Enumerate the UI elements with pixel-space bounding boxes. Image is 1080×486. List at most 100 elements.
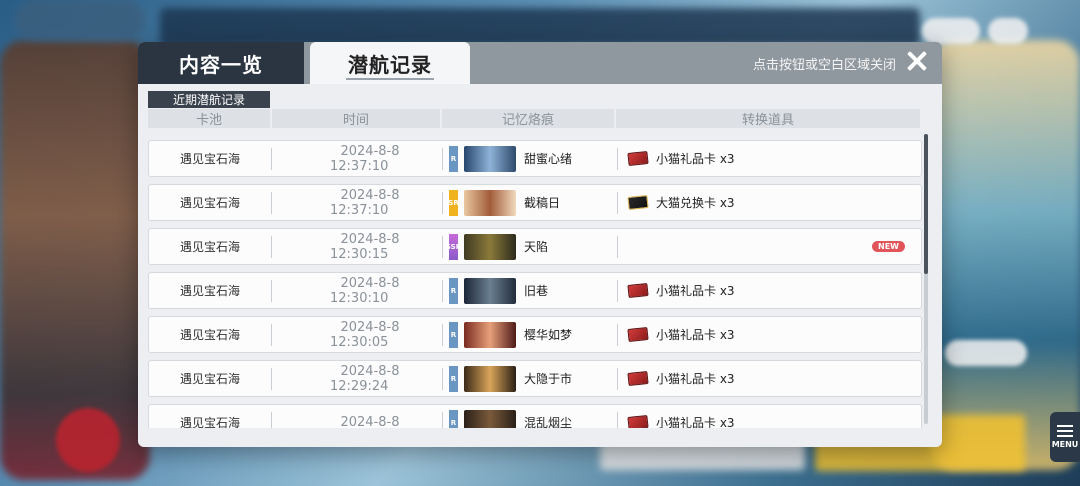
record-row[interactable]: 遇见宝石海 2024-8-8 12:30:10 R 旧巷 小猫礼品卡 x3 [148, 272, 922, 309]
column-header-memory: 记忆烙痕 [442, 109, 614, 128]
rarity-badge: R [449, 277, 458, 304]
pool-name: 遇见宝石海 [179, 240, 240, 254]
scrollbar[interactable] [924, 134, 928, 424]
item-cell: NEW [618, 229, 921, 264]
background-detail-button [945, 340, 1027, 366]
tab-voyage-log[interactable]: 潜航记录 [310, 42, 470, 84]
item-name: 大猫兑换卡 x3 [656, 196, 735, 210]
red-card-icon [627, 282, 649, 299]
tab-overview[interactable]: 内容一览 [138, 42, 304, 84]
column-header-time: 时间 [272, 109, 440, 128]
record-row[interactable]: 遇见宝石海 2024-8-8 12:29:24 R 大隐于市 小猫礼品卡 x3 [148, 360, 922, 397]
background-right-panel [930, 40, 1080, 470]
record-clock: 12:37:10 [330, 158, 389, 174]
close-icon[interactable] [904, 48, 930, 74]
item-cell: 小猫礼品卡 x3 [618, 141, 921, 176]
pool-name: 遇见宝石海 [179, 372, 240, 386]
background-pill-button [922, 18, 980, 44]
record-time: 2024-8-8 [272, 415, 442, 428]
item-name: 小猫礼品卡 x3 [656, 284, 735, 298]
memory-thumbnail [464, 189, 516, 216]
column-headers: 卡池 时间 记忆烙痕 转换道具 [148, 109, 922, 128]
memory-name: 甜蜜心绪 [524, 152, 573, 166]
record-date: 2024-8-8 [340, 415, 400, 428]
background-pill-button-2 [988, 18, 1028, 44]
record-date: 2024-8-8 [340, 231, 400, 247]
memory-thumbnail [464, 277, 516, 304]
memory-cell: R 混乱烟尘 [443, 409, 617, 428]
hamburger-icon [1057, 425, 1073, 437]
memory-thumbnail [464, 145, 516, 172]
record-clock: 12:30:15 [330, 246, 389, 262]
item-cell: 小猫礼品卡 x3 [618, 273, 921, 308]
pool-name: 遇见宝石海 [179, 152, 240, 166]
background-top-left-bar [15, 0, 145, 40]
rarity-badge: R [449, 409, 458, 428]
rarity-badge: R [449, 321, 458, 348]
record-row[interactable]: 遇见宝石海 2024-8-8 12:37:10 R 甜蜜心绪 小猫礼品卡 x3 [148, 140, 922, 177]
record-row[interactable]: 遇见宝石海 2024-8-8 12:37:10 SR 截稿日 大猫兑换卡 x3 [148, 184, 922, 221]
record-clock: 12:30:10 [330, 290, 389, 306]
item-cell: 小猫礼品卡 x3 [618, 405, 921, 428]
rarity-badge: R [449, 145, 458, 172]
record-row[interactable]: 遇见宝石海 2024-8-8 12:30:15 SSR 天陷 NEW [148, 228, 922, 265]
record-row[interactable]: 遇见宝石海 2024-8-8 R 混乱烟尘 小猫礼品卡 x3 [148, 404, 922, 428]
record-date: 2024-8-8 [340, 275, 400, 291]
memory-thumbnail [464, 409, 516, 428]
memory-name: 混乱烟尘 [524, 416, 573, 428]
record-date: 2024-8-8 [340, 363, 400, 379]
record-list[interactable]: 遇见宝石海 2024-8-8 12:37:10 R 甜蜜心绪 小猫礼品卡 x3 … [148, 140, 924, 428]
section-title: 近期潜航记录 [148, 91, 270, 108]
memory-thumbnail [464, 233, 516, 260]
memory-name: 截稿日 [524, 196, 561, 210]
column-header-item: 转换道具 [616, 109, 920, 128]
red-card-icon [627, 414, 649, 428]
memory-name: 樱华如梦 [524, 328, 573, 342]
memory-cell: R 旧巷 [443, 277, 617, 304]
item-name: 小猫礼品卡 x3 [656, 372, 735, 386]
memory-cell: R 樱华如梦 [443, 321, 617, 348]
memory-cell: SSR 天陷 [443, 233, 617, 260]
pool-name: 遇见宝石海 [179, 284, 240, 298]
item-cell: 大猫兑换卡 x3 [618, 185, 921, 220]
scrollbar-thumb[interactable] [924, 134, 928, 274]
record-time: 2024-8-8 12:29:24 [272, 364, 442, 394]
column-header-pool: 卡池 [148, 109, 270, 128]
record-clock: 12:30:05 [330, 334, 389, 350]
menu-button[interactable]: MENU [1050, 412, 1080, 462]
new-badge: NEW [872, 241, 905, 252]
record-time: 2024-8-8 12:37:10 [272, 144, 442, 174]
pool-name: 遇见宝石海 [179, 196, 240, 210]
record-clock: 12:37:10 [330, 202, 389, 218]
memory-name: 旧巷 [524, 284, 549, 298]
red-card-icon [627, 150, 649, 167]
gold-card-icon [627, 194, 649, 211]
item-cell: 小猫礼品卡 x3 [618, 317, 921, 352]
record-clock: 12:29:24 [330, 378, 389, 394]
item-name: 小猫礼品卡 x3 [656, 328, 735, 342]
menu-label: MENU [1051, 440, 1079, 449]
memory-thumbnail [464, 321, 516, 348]
record-date: 2024-8-8 [340, 319, 400, 335]
rarity-badge: SSR [446, 233, 461, 260]
record-time: 2024-8-8 12:37:10 [272, 188, 442, 218]
record-date: 2024-8-8 [340, 187, 400, 203]
record-date: 2024-8-8 [340, 143, 400, 159]
record-time: 2024-8-8 12:30:15 [272, 232, 442, 262]
memory-thumbnail [464, 365, 516, 392]
pool-name: 遇见宝石海 [179, 416, 240, 428]
rarity-badge: SR [448, 189, 459, 216]
record-time: 2024-8-8 12:30:05 [272, 320, 442, 350]
record-row[interactable]: 遇见宝石海 2024-8-8 12:30:05 R 樱华如梦 小猫礼品卡 x3 [148, 316, 922, 353]
voyage-log-dialog: 内容一览 潜航记录 点击按钮或空白区域关闭 近期潜航记录 卡池 时间 记忆烙痕 … [138, 42, 942, 447]
record-time: 2024-8-8 12:30:10 [272, 276, 442, 306]
rarity-badge: R [449, 365, 458, 392]
red-card-icon [627, 370, 649, 387]
memory-name: 大隐于市 [524, 372, 573, 386]
memory-cell: SR 截稿日 [443, 189, 617, 216]
memory-name: 天陷 [524, 240, 549, 254]
background-red-badge [56, 408, 120, 472]
memory-cell: R 大隐于市 [443, 365, 617, 392]
item-cell: 小猫礼品卡 x3 [618, 361, 921, 396]
memory-cell: R 甜蜜心绪 [443, 145, 617, 172]
